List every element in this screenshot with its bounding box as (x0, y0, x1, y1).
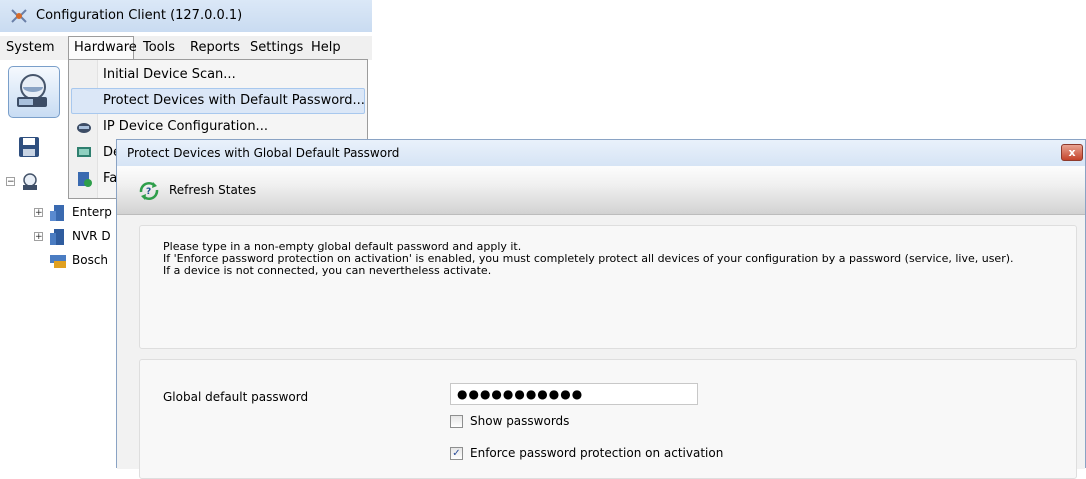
menu-hardware[interactable]: Hardware (68, 36, 137, 60)
enterprise-server-icon (50, 205, 64, 221)
tree-item-nvr-label: NVR D (72, 229, 111, 243)
app-title-bar: Configuration Client (127.0.0.1) (0, 0, 372, 32)
dialog-title-bar: Protect Devices with Global Default Pass… (117, 140, 1085, 166)
app-title: Configuration Client (127.0.0.1) (36, 8, 243, 23)
nvr-icon (50, 229, 64, 245)
menu-tools[interactable]: Tools (143, 40, 175, 55)
menu-item-label: IP Device Configuration... (103, 119, 268, 134)
menu-reports[interactable]: Reports (190, 40, 240, 55)
app-logo-icon (11, 9, 27, 23)
network-device-icon (77, 123, 91, 133)
protect-devices-dialog: Protect Devices with Global Default Pass… (116, 139, 1086, 479)
tree-item-enterprise-label: Enterp (72, 205, 112, 219)
menu-help[interactable]: Help (311, 40, 341, 55)
menu-bar: System Tools Reports Settings Help (0, 36, 372, 60)
global-password-input[interactable] (450, 383, 698, 405)
svg-text:?: ? (146, 187, 151, 197)
menu-item-initial-device-scan[interactable]: Initial Device Scan... (71, 62, 365, 88)
dialog-body: Please type in a non-empty global defaul… (117, 215, 1085, 479)
close-icon: x (1068, 146, 1076, 159)
dialog-title: Protect Devices with Global Default Pass… (127, 146, 400, 160)
close-button[interactable]: x (1061, 144, 1083, 161)
device-config-icon (17, 74, 47, 107)
show-passwords-label[interactable]: Show passwords (470, 414, 569, 428)
device-monitor-icon (77, 147, 91, 157)
show-passwords-checkbox[interactable] (450, 415, 463, 428)
expand-icon[interactable]: + (34, 208, 43, 218)
dialog-toolbar: ? Refresh States (117, 166, 1085, 215)
menu-hardware-label: Hardware (74, 40, 137, 55)
menu-item-label: Protect Devices with Default Password... (103, 93, 365, 108)
info-panel: Please type in a non-empty global defaul… (139, 225, 1077, 349)
menu-system[interactable]: System (6, 40, 54, 55)
menu-settings[interactable]: Settings (250, 40, 303, 55)
device-tree-toolbar-button[interactable] (8, 66, 60, 118)
tree-item-bosch[interactable]: Bosch (6, 251, 126, 271)
save-icon[interactable] (18, 136, 40, 158)
device-list-icon (78, 172, 92, 187)
tree-item-bosch-label: Bosch (72, 253, 109, 267)
collapse-icon[interactable]: − (6, 177, 15, 187)
enforce-protection-label[interactable]: Enforce password protection on activatio… (470, 446, 723, 460)
config-root-icon (23, 173, 37, 190)
menu-item-protect-devices[interactable]: Protect Devices with Default Password... (71, 88, 365, 114)
bosch-device-icon (50, 255, 66, 268)
refresh-states-icon[interactable]: ? (137, 180, 161, 202)
refresh-states-button[interactable]: Refresh States (169, 183, 256, 197)
tree-item-enterprise[interactable]: + Enterp (6, 203, 126, 223)
password-form-panel: Global default password Show passwords ✓… (139, 359, 1077, 479)
tree-item-nvr[interactable]: + NVR D (6, 227, 126, 247)
menu-item-label: Initial Device Scan... (103, 67, 236, 82)
global-password-label: Global default password (163, 390, 309, 404)
menu-item-ip-device-config[interactable]: IP Device Configuration... (71, 114, 365, 140)
enforce-protection-checkbox[interactable]: ✓ (450, 447, 463, 460)
info-text-line-3: If a device is not connected, you can ne… (163, 264, 492, 277)
expand-icon[interactable]: + (34, 232, 43, 242)
